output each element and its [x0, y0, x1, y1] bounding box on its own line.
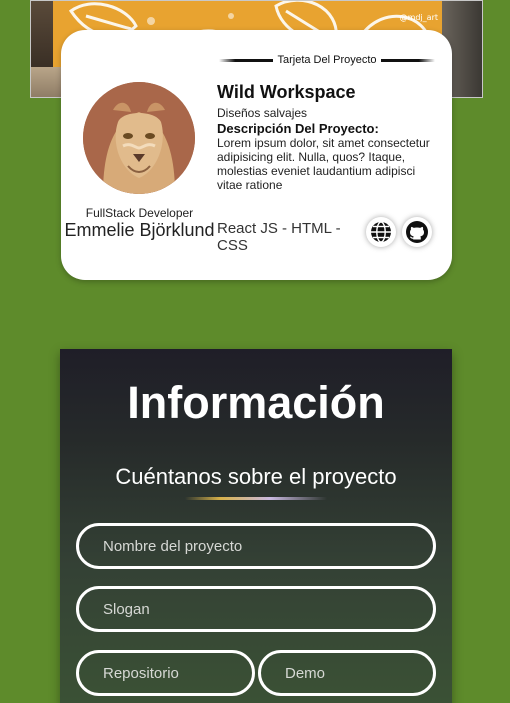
project-slogan: Diseños salvajes — [217, 106, 308, 120]
github-link-button[interactable] — [402, 217, 432, 247]
form-subtitle: Cuéntanos sobre el proyecto — [115, 464, 397, 489]
slogan-input[interactable] — [76, 586, 436, 632]
project-description: Lorem ipsum dolor, sit amet consectetur … — [217, 136, 430, 192]
project-name-input[interactable] — [76, 523, 436, 569]
banner-handle-text: @mdj_art — [399, 13, 438, 22]
developer-role: FullStack Developer — [85, 206, 194, 220]
globe-icon — [371, 221, 391, 243]
website-link-button[interactable] — [366, 217, 396, 247]
github-icon — [406, 221, 428, 243]
avatar — [83, 82, 195, 194]
kicker-line-left — [219, 58, 274, 62]
project-title: Wild Workspace — [217, 82, 356, 102]
card-kicker: Tarjeta Del Proyecto — [219, 53, 436, 67]
demo-input[interactable] — [258, 650, 436, 696]
repository-input[interactable] — [76, 650, 255, 696]
project-card: FullStack Developer Emmelie Björklund Ta… — [61, 30, 452, 280]
card-kicker-label: Tarjeta Del Proyecto — [277, 54, 377, 66]
description-label: Descripción Del Proyecto: — [217, 121, 379, 136]
info-form-panel: Información Cuéntanos sobre el proyecto — [60, 349, 452, 703]
subtitle-underline — [185, 497, 327, 500]
form-title: Información — [127, 377, 385, 428]
developer-name: Emmelie Björklund — [64, 220, 215, 240]
lioness-photo — [83, 82, 195, 194]
kicker-line-right — [380, 58, 436, 62]
project-tech-stack: React JS - HTML - CSS — [217, 220, 341, 254]
